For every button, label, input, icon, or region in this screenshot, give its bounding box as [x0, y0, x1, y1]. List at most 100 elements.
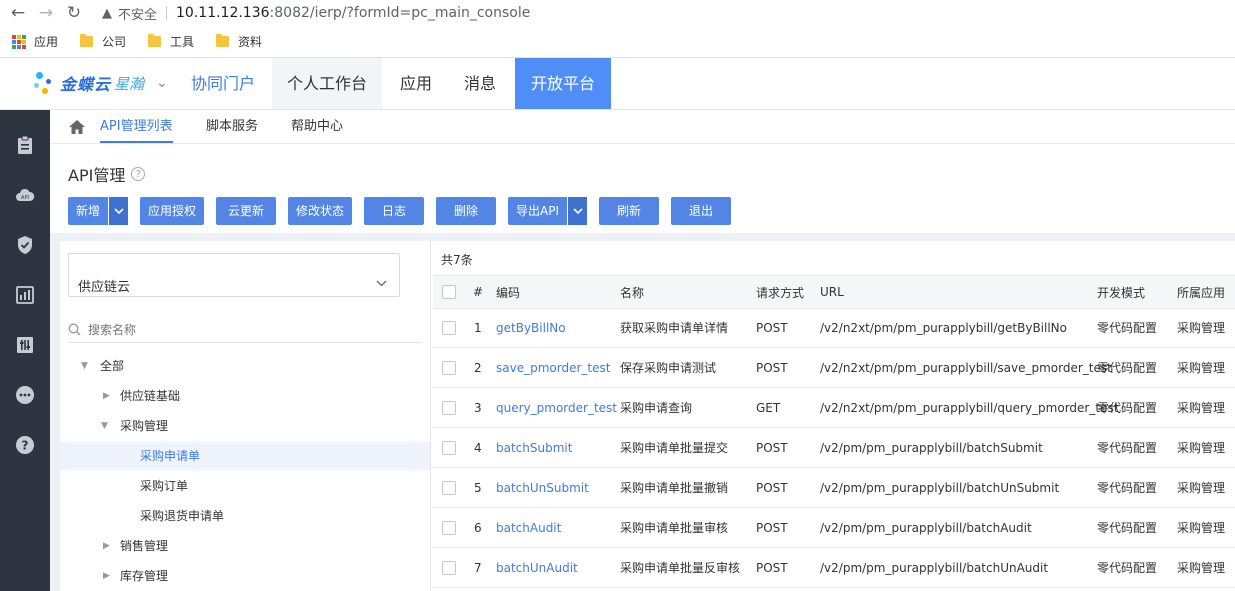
- row-checkbox[interactable]: [442, 508, 456, 547]
- delete-button[interactable]: 删除: [436, 197, 496, 225]
- tree-node-label: 供应链基础: [120, 389, 181, 403]
- tree-node-label: 采购申请单: [140, 449, 201, 463]
- caret-down-icon[interactable]: ▼: [81, 352, 88, 380]
- table-row[interactable]: 7 batchUnAudit 采购申请单批量反审核 POST /v2/pm/pm…: [433, 548, 1235, 588]
- exit-button[interactable]: 退出: [671, 197, 731, 225]
- caret-right-icon[interactable]: ▶: [103, 562, 110, 590]
- tree-node-purchase-order[interactable]: 采购订单: [60, 472, 430, 500]
- tree-node-inventory[interactable]: ▶ 库存管理: [60, 562, 430, 590]
- col-app[interactable]: 所属应用: [1177, 276, 1225, 308]
- tab-help-center[interactable]: 帮助中心: [291, 110, 343, 144]
- row-index: 1: [474, 320, 482, 335]
- app-top-nav: 金蝶云 星瀚 ⌄ 协同门户 个人工作台 应用 消息 开放平台: [0, 58, 1235, 110]
- help-icon[interactable]: ?: [14, 434, 36, 456]
- nav-item-open-platform[interactable]: 开放平台: [515, 58, 611, 109]
- tree-search: [68, 317, 422, 343]
- row-code-link[interactable]: batchUnSubmit: [496, 468, 589, 507]
- chevron-down-icon[interactable]: [108, 197, 128, 225]
- shield-icon[interactable]: [14, 234, 36, 256]
- change-status-button[interactable]: 修改状态: [288, 197, 352, 225]
- col-method[interactable]: 请求方式: [756, 276, 804, 308]
- tree-node-sales[interactable]: ▶ 销售管理: [60, 532, 430, 560]
- nav-item-workbench[interactable]: 个人工作台: [272, 58, 382, 109]
- row-checkbox[interactable]: [442, 428, 456, 467]
- caret-right-icon[interactable]: ▶: [103, 532, 110, 560]
- add-button[interactable]: 新增: [68, 197, 128, 225]
- bookmark-materials[interactable]: 资料: [216, 33, 262, 50]
- record-count: 共7条: [441, 253, 473, 267]
- table-row[interactable]: 5 batchUnSubmit 采购申请单批量撤销 POST /v2/pm/pm…: [433, 468, 1235, 508]
- bookmarks-bar: 应用 公司 工具 资料: [0, 26, 1235, 58]
- row-code-link[interactable]: batchAudit: [496, 508, 561, 547]
- col-name[interactable]: 名称: [620, 276, 644, 308]
- row-code-link[interactable]: query_pmorder_test: [496, 388, 617, 427]
- row-name: 采购申请单批量审核: [620, 521, 729, 535]
- question-icon[interactable]: ?: [131, 167, 146, 181]
- home-icon[interactable]: [68, 119, 86, 135]
- row-checkbox[interactable]: [442, 468, 456, 507]
- section-divider: [50, 233, 1235, 241]
- report-chart-icon[interactable]: [14, 284, 36, 306]
- row-dev-mode: 零代码配置: [1097, 361, 1158, 375]
- caret-down-icon[interactable]: ▼: [101, 412, 108, 440]
- table-row[interactable]: 4 batchSubmit 采购申请单批量提交 POST /v2/pm/pm_p…: [433, 428, 1235, 468]
- search-input[interactable]: [88, 322, 388, 337]
- back-arrow-icon[interactable]: ←: [8, 3, 28, 23]
- select-all-checkbox[interactable]: [442, 276, 456, 308]
- tree-node-purchase-request[interactable]: 采购申请单: [60, 442, 430, 470]
- row-checkbox[interactable]: [442, 348, 456, 387]
- export-api-button[interactable]: 导出API: [508, 197, 587, 225]
- clipboard-icon[interactable]: [14, 134, 36, 156]
- row-code-link[interactable]: getByBillNo: [496, 308, 566, 347]
- row-checkbox[interactable]: [442, 548, 456, 587]
- table-row[interactable]: 2 save_pmorder_test 保存采购申请测试 POST /v2/n2…: [433, 348, 1235, 388]
- api-cloud-icon[interactable]: API: [14, 185, 36, 207]
- row-index: 2: [474, 360, 482, 375]
- tab-script-service[interactable]: 脚本服务: [206, 110, 258, 144]
- tree-node-scm-base[interactable]: ▶ 供应链基础: [60, 382, 430, 410]
- reload-icon[interactable]: ↻: [64, 3, 84, 23]
- row-code-link[interactable]: batchSubmit: [496, 428, 572, 467]
- row-checkbox[interactable]: [442, 388, 456, 427]
- bookmark-tools[interactable]: 工具: [148, 33, 194, 50]
- row-dev-mode: 零代码配置: [1097, 481, 1158, 495]
- row-url: /v2/pm/pm_purapplybill/batchUnAudit: [820, 560, 1049, 575]
- tree-node-purchase[interactable]: ▼ 采购管理: [60, 412, 430, 440]
- table-row[interactable]: 3 query_pmorder_test 采购申请查询 GET /v2/n2xt…: [433, 388, 1235, 428]
- url-field[interactable]: 10.11.12.136:8082/ierp/?formId=pc_main_c…: [176, 5, 530, 21]
- nav-item-apps[interactable]: 应用: [385, 58, 447, 109]
- bookmark-apps[interactable]: 应用: [12, 33, 58, 50]
- sliders-icon[interactable]: [14, 334, 36, 356]
- row-checkbox[interactable]: [442, 308, 456, 347]
- chevron-down-icon[interactable]: [567, 197, 587, 225]
- page-title: API管理 ?: [68, 162, 146, 186]
- table-row[interactable]: 1 getByBillNo 获取采购申请单详情 POST /v2/n2xt/pm…: [433, 308, 1235, 348]
- col-dev-mode[interactable]: 开发模式: [1097, 276, 1145, 308]
- forward-arrow-icon[interactable]: →: [36, 3, 56, 23]
- nav-item-portal[interactable]: 协同门户: [180, 58, 266, 109]
- chevron-down-icon[interactable]: ⌄: [156, 75, 168, 91]
- cloud-select[interactable]: 供应链云: [68, 253, 400, 297]
- tree-node-label: 全部: [100, 359, 125, 373]
- row-code-link[interactable]: save_pmorder_test: [496, 348, 610, 387]
- col-code[interactable]: 编码: [496, 276, 520, 308]
- row-dev-mode: 零代码配置: [1097, 321, 1158, 335]
- row-code-link[interactable]: batchUnAudit: [496, 548, 578, 587]
- more-icon[interactable]: [14, 384, 36, 406]
- app-authorize-button[interactable]: 应用授权: [140, 197, 204, 225]
- insecure-indicator[interactable]: ▲ 不安全: [102, 4, 157, 23]
- nav-item-messages[interactable]: 消息: [450, 58, 510, 109]
- folder-icon: [148, 34, 162, 47]
- log-button[interactable]: 日志: [364, 197, 424, 225]
- page-title-text: API管理: [68, 166, 126, 185]
- table-row[interactable]: 6 batchAudit 采购申请单批量审核 POST /v2/pm/pm_pu…: [433, 508, 1235, 548]
- tree-node-all[interactable]: ▼ 全部: [60, 352, 430, 380]
- tree-node-purchase-return-request[interactable]: 采购退货申请单: [60, 502, 430, 530]
- refresh-button[interactable]: 刷新: [599, 197, 659, 225]
- caret-right-icon[interactable]: ▶: [103, 382, 110, 410]
- tab-api-list[interactable]: API管理列表: [100, 110, 173, 143]
- col-url[interactable]: URL: [820, 276, 844, 308]
- brand-logo[interactable]: 金蝶云 星瀚 ⌄: [34, 70, 168, 96]
- cloud-update-button[interactable]: 云更新: [216, 197, 276, 225]
- bookmark-company[interactable]: 公司: [80, 33, 126, 50]
